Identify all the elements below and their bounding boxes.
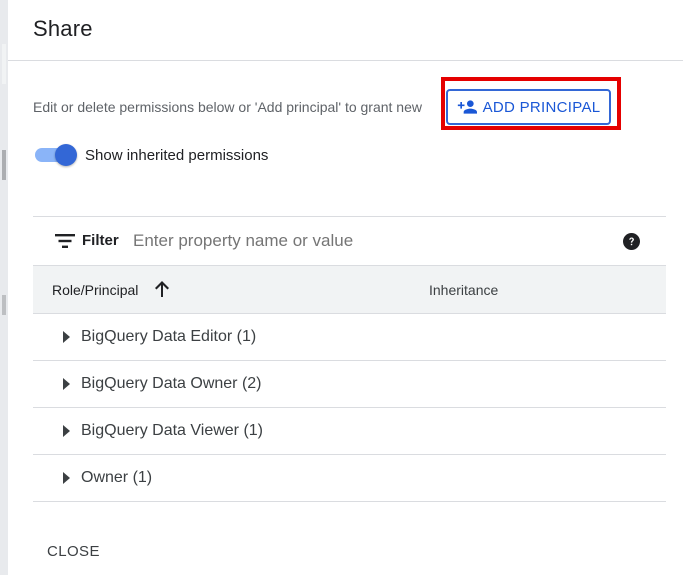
add-principal-button[interactable]: ADD PRINCIPAL — [446, 89, 611, 125]
role-label: BigQuery Data Owner (2) — [81, 375, 262, 392]
add-principal-label: ADD PRINCIPAL — [482, 98, 601, 116]
caret-right-icon — [63, 378, 70, 390]
caret-right-icon — [63, 331, 70, 343]
filter-label: Filter — [82, 232, 119, 249]
dialog-title: Share — [33, 16, 93, 41]
help-icon[interactable] — [623, 233, 640, 250]
table-header: Role/Principal Inheritance — [33, 266, 666, 314]
table-row[interactable]: BigQuery Data Viewer (1) — [33, 408, 666, 455]
show-inherited-toggle[interactable] — [33, 143, 77, 167]
share-dialog: Share Edit or delete permissions below o… — [8, 0, 683, 575]
dialog-description: Edit or delete permissions below or 'Add… — [33, 99, 422, 115]
role-label: BigQuery Data Editor (1) — [81, 328, 257, 345]
dialog-header: Share — [8, 0, 683, 61]
role-label: BigQuery Data Viewer (1) — [81, 422, 263, 439]
column-header-inheritance: Inheritance — [429, 282, 499, 298]
toggle-knob — [55, 144, 77, 166]
filter-bar: Filter — [33, 217, 666, 266]
table-row[interactable]: Owner (1) — [33, 455, 666, 502]
caret-right-icon — [63, 425, 70, 437]
table-row[interactable]: BigQuery Data Editor (1) — [33, 314, 666, 361]
permissions-table: Filter Role/Principal Inheritance BigQue… — [33, 216, 666, 502]
person-add-icon — [457, 100, 477, 114]
caret-right-icon — [63, 472, 70, 484]
background-mark — [2, 295, 6, 315]
background-mark — [2, 44, 6, 84]
arrow-upward-icon[interactable] — [153, 279, 171, 299]
filter-list-icon — [55, 234, 75, 248]
role-label: Owner (1) — [81, 469, 153, 486]
background-mark — [2, 150, 6, 180]
show-inherited-label: Show inherited permissions — [85, 147, 269, 164]
filter-input[interactable] — [133, 227, 603, 255]
column-header-role-principal[interactable]: Role/Principal — [52, 282, 138, 298]
close-button[interactable]: CLOSE — [47, 543, 100, 560]
table-row[interactable]: BigQuery Data Owner (2) — [33, 361, 666, 408]
